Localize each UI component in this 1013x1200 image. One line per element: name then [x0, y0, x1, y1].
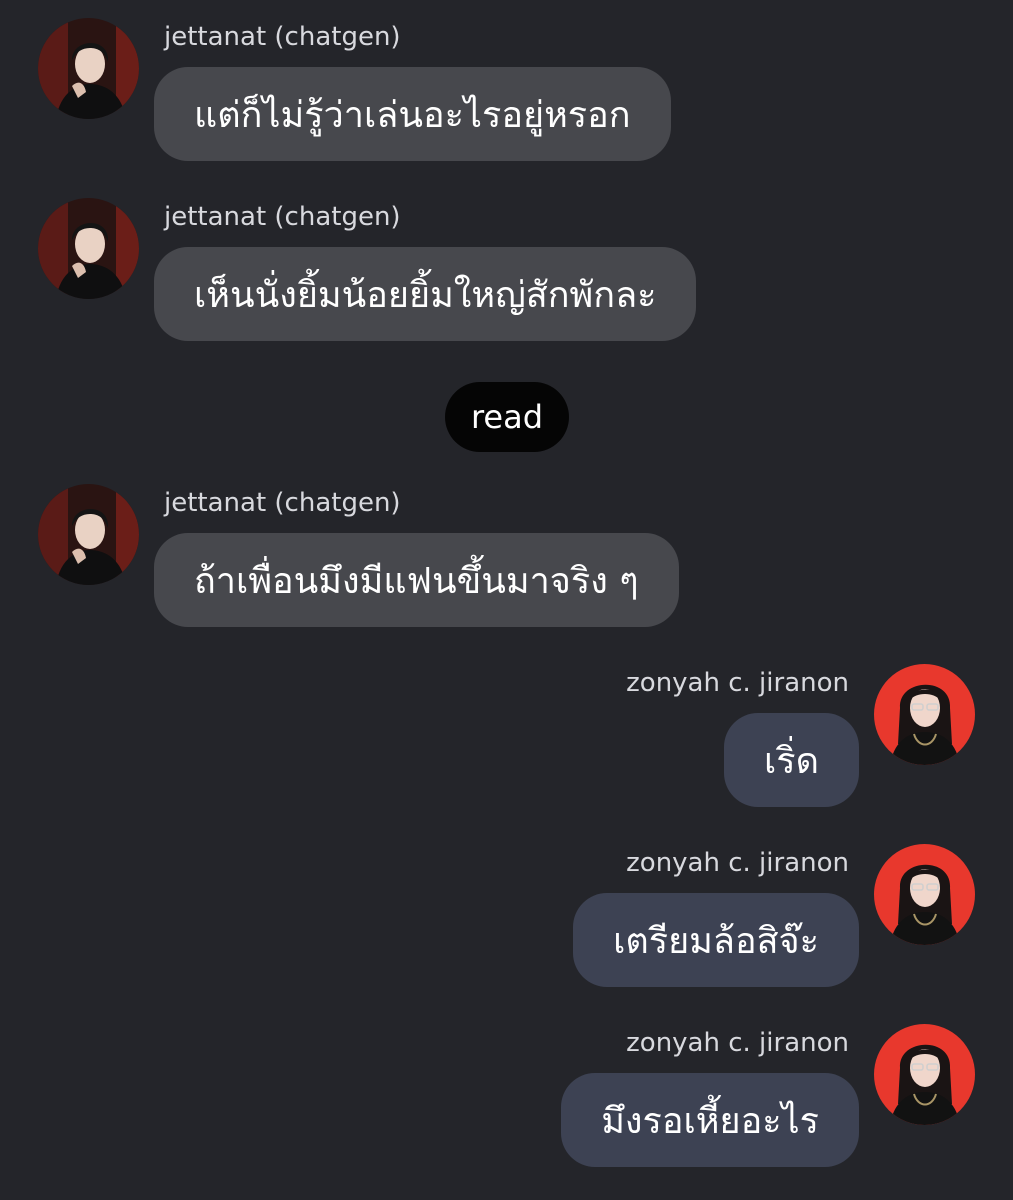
message-bubble[interactable]: แต่ก็ไม่รู้ว่าเล่นอะไรอยู่หรอก [154, 67, 671, 161]
sender-name: jettanat (chatgen) [164, 488, 401, 518]
avatar-jettanat[interactable] [38, 198, 139, 299]
message-bubble[interactable]: เริ่ด [723, 713, 859, 807]
avatar-zonyah[interactable] [874, 844, 975, 945]
avatar-jettanat[interactable] [38, 484, 139, 585]
message-row: jettanat (chatgen) เห็นนั่งยิ้มน้อยยิ้มใ… [0, 198, 1013, 358]
sender-name: zonyah c. jiranon [626, 1028, 849, 1058]
sender-name: jettanat (chatgen) [164, 22, 401, 52]
sender-name: zonyah c. jiranon [626, 668, 849, 698]
avatar-zonyah[interactable] [874, 664, 975, 765]
avatar-zonyah[interactable] [874, 1024, 975, 1125]
message-row: jettanat (chatgen) แต่ก็ไม่รู้ว่าเล่นอะไ… [0, 18, 1013, 178]
message-row: zonyah c. jiranon เตรียมล้อสิจ๊ะ [0, 844, 1013, 1004]
chat-thread: jettanat (chatgen) แต่ก็ไม่รู้ว่าเล่นอะไ… [0, 0, 1013, 1200]
message-row: zonyah c. jiranon เริ่ด [0, 664, 1013, 824]
message-bubble[interactable]: เตรียมล้อสิจ๊ะ [573, 893, 859, 987]
message-bubble[interactable]: เห็นนั่งยิ้มน้อยยิ้มใหญ่สักพักละ [154, 247, 697, 341]
read-receipt-badge: read [445, 382, 569, 452]
message-row: jettanat (chatgen) ถ้าเพื่อนมึงมีแฟนขึ้น… [0, 484, 1013, 644]
message-row: zonyah c. jiranon มึงรอเหี้ยอะไร [0, 1024, 1013, 1184]
avatar-jettanat[interactable] [38, 18, 139, 119]
message-bubble[interactable]: มึงรอเหี้ยอะไร [561, 1073, 859, 1167]
sender-name: zonyah c. jiranon [626, 848, 849, 878]
message-bubble[interactable]: ถ้าเพื่อนมึงมีแฟนขึ้นมาจริง ๆ [154, 533, 679, 627]
sender-name: jettanat (chatgen) [164, 202, 401, 232]
